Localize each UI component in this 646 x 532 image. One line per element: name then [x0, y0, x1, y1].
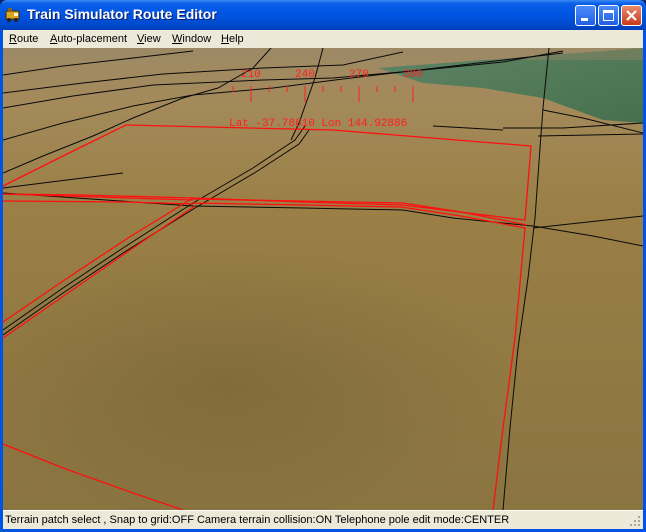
editor-window: Train Simulator Route Editor Route Auto-… — [0, 0, 646, 532]
status-bar: Terrain patch select , Snap to grid:OFF … — [3, 510, 643, 529]
menu-help[interactable]: Help — [218, 31, 247, 47]
menu-view[interactable]: View — [134, 31, 164, 47]
compass-label-270: 270 — [349, 69, 369, 81]
compass-label-240: 240 — [295, 69, 315, 81]
menu-window[interactable]: Window — [169, 31, 214, 47]
size-grip-icon[interactable] — [629, 515, 641, 527]
close-icon — [626, 10, 637, 21]
compass-label-300: 300 — [403, 69, 423, 81]
menu-route[interactable]: Route — [6, 31, 41, 47]
menu-auto-placement[interactable]: Auto-placement — [47, 31, 130, 47]
coordinate-readout: Lat -37.78610 Lon 144.92886 — [229, 118, 407, 130]
window-title: Train Simulator Route Editor — [27, 6, 217, 22]
compass-label-210: 210 — [241, 69, 261, 81]
title-bar[interactable]: Train Simulator Route Editor — [0, 0, 646, 30]
3d-terrain-viewport[interactable]: 210 240 270 300 Lat -37.78610 Lon 144.92… — [3, 48, 643, 510]
maximize-icon — [603, 10, 614, 21]
status-text: Terrain patch select , Snap to grid:OFF … — [5, 514, 510, 526]
terrain-shading — [3, 198, 643, 510]
minimize-button[interactable] — [575, 5, 596, 26]
close-button[interactable] — [621, 5, 642, 26]
minimize-icon — [581, 18, 588, 21]
terrain-scene[interactable]: 210 240 270 300 Lat -37.78610 Lon 144.92… — [3, 48, 643, 510]
menu-bar: Route Auto-placement View Window Help — [3, 30, 643, 48]
maximize-button[interactable] — [598, 5, 619, 26]
train-app-icon — [5, 8, 20, 22]
